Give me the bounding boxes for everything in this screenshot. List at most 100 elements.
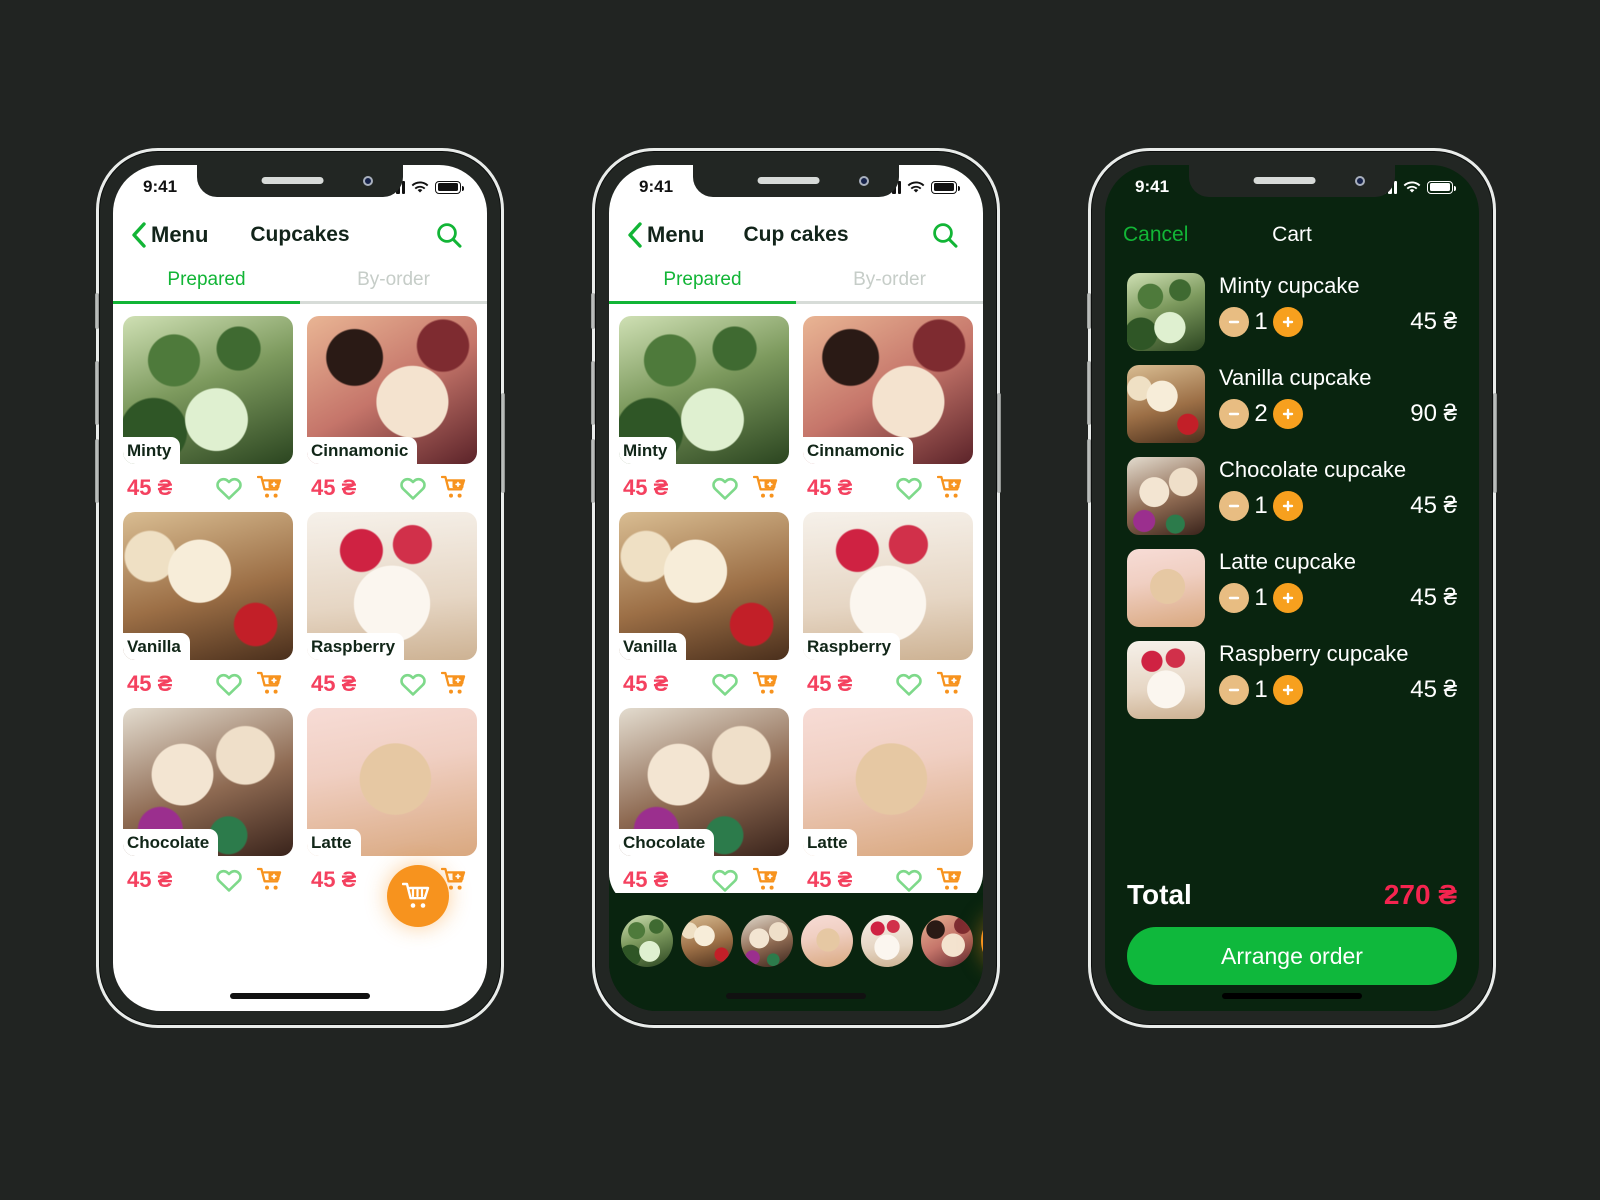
cart-preview-thumb[interactable] [621, 915, 673, 967]
tab-by-order[interactable]: By-order [796, 269, 983, 304]
cart-items-list: Minty cupcake 1 45 ₴ Vanilla cupcake 2 90 ₴ Ch… [1105, 261, 1479, 727]
product-image[interactable]: Raspberry [803, 512, 973, 660]
favorite-heart-icon[interactable] [215, 867, 243, 893]
favorite-heart-icon[interactable] [399, 671, 427, 697]
product-price: 45 ₴ [311, 867, 357, 892]
product-image[interactable]: Chocolate [619, 708, 789, 856]
volume-down-button[interactable] [1087, 439, 1091, 503]
product-image[interactable]: Cinnamonic [803, 316, 973, 464]
search-icon[interactable] [931, 221, 959, 249]
add-to-cart-icon[interactable] [257, 866, 287, 894]
product-image[interactable]: Minty [619, 316, 789, 464]
volume-up-button[interactable] [95, 361, 99, 425]
back-to-menu-button[interactable]: Menu [131, 222, 208, 248]
increase-quantity-button[interactable] [1273, 399, 1303, 429]
add-to-cart-icon[interactable] [753, 474, 783, 502]
product-image[interactable]: Chocolate [123, 708, 293, 856]
favorite-heart-icon[interactable] [895, 867, 923, 893]
product-image[interactable]: Vanilla [123, 512, 293, 660]
arrange-order-button[interactable]: Arrange order [1127, 927, 1457, 985]
product-card[interactable]: Raspberry 45 ₴ [803, 512, 973, 704]
volume-up-button[interactable] [591, 361, 595, 425]
favorite-heart-icon[interactable] [895, 475, 923, 501]
cart-preview-thumb[interactable] [681, 915, 733, 967]
power-button[interactable] [997, 393, 1001, 493]
add-to-cart-icon[interactable] [937, 866, 967, 894]
cart-preview-thumb[interactable] [921, 915, 973, 967]
silent-switch-button[interactable] [1087, 293, 1091, 329]
volume-up-button[interactable] [1087, 361, 1091, 425]
product-image[interactable]: Vanilla [619, 512, 789, 660]
product-image[interactable]: Raspberry [307, 512, 477, 660]
product-card[interactable]: Latte 45 ₴ [307, 708, 477, 900]
cart-fab-button[interactable] [387, 865, 449, 927]
product-grid: Minty 45 ₴ Cinnamonic 45 ₴ Vanilla 45 ₴ Raspbe… [113, 304, 487, 904]
product-card[interactable]: Minty 45 ₴ [123, 316, 293, 508]
open-cart-button[interactable] [981, 910, 983, 972]
volume-down-button[interactable] [95, 439, 99, 503]
silent-switch-button[interactable] [591, 293, 595, 329]
product-name: Latte [307, 829, 361, 856]
decrease-quantity-button[interactable] [1219, 399, 1249, 429]
increase-quantity-button[interactable] [1273, 491, 1303, 521]
product-card[interactable]: Vanilla 45 ₴ [619, 512, 789, 704]
power-button[interactable] [1493, 393, 1497, 493]
product-name: Vanilla [123, 633, 190, 660]
favorite-heart-icon[interactable] [215, 475, 243, 501]
product-image[interactable]: Latte [803, 708, 973, 856]
add-to-cart-icon[interactable] [441, 670, 471, 698]
add-to-cart-icon[interactable] [441, 474, 471, 502]
increase-quantity-button[interactable] [1273, 583, 1303, 613]
cart-preview-thumb[interactable] [861, 915, 913, 967]
volume-down-button[interactable] [591, 439, 595, 503]
product-card[interactable]: Vanilla 45 ₴ [123, 512, 293, 704]
power-button[interactable] [501, 393, 505, 493]
chocolate-cupcake-photo [741, 915, 793, 967]
add-to-cart-icon[interactable] [753, 866, 783, 894]
product-card[interactable]: Cinnamonic 45 ₴ [307, 316, 477, 508]
cart-preview-thumb[interactable] [741, 915, 793, 967]
cart-item-row: Chocolate cupcake 1 45 ₴ [1127, 451, 1457, 543]
product-card[interactable]: Chocolate 45 ₴ [123, 708, 293, 900]
silent-switch-button[interactable] [95, 293, 99, 329]
add-to-cart-icon[interactable] [937, 670, 967, 698]
cart-preview-thumb[interactable] [801, 915, 853, 967]
tab-prepared[interactable]: Prepared [609, 269, 796, 304]
product-card[interactable]: Raspberry 45 ₴ [307, 512, 477, 704]
add-to-cart-icon[interactable] [753, 670, 783, 698]
back-to-menu-button[interactable]: Menu [627, 222, 704, 248]
favorite-heart-icon[interactable] [215, 671, 243, 697]
quantity-value: 1 [1254, 584, 1268, 611]
product-actions [215, 866, 287, 894]
product-card[interactable]: Cinnamonic 45 ₴ [803, 316, 973, 508]
status-time: 9:41 [143, 177, 178, 196]
product-card[interactable]: Chocolate 45 ₴ [619, 708, 789, 900]
decrease-quantity-button[interactable] [1219, 307, 1249, 337]
favorite-heart-icon[interactable] [711, 867, 739, 893]
decrease-quantity-button[interactable] [1219, 491, 1249, 521]
product-image[interactable]: Minty [123, 316, 293, 464]
add-to-cart-icon[interactable] [257, 474, 287, 502]
product-image[interactable]: Latte [307, 708, 477, 856]
increase-quantity-button[interactable] [1273, 307, 1303, 337]
favorite-heart-icon[interactable] [399, 475, 427, 501]
front-camera-icon [859, 176, 869, 186]
product-card[interactable]: Latte 45 ₴ [803, 708, 973, 900]
minus-icon [1228, 596, 1240, 600]
cart-item-row: Raspberry cupcake 1 45 ₴ [1127, 635, 1457, 727]
product-card[interactable]: Minty 45 ₴ [619, 316, 789, 508]
tab-by-order[interactable]: By-order [300, 269, 487, 304]
favorite-heart-icon[interactable] [711, 671, 739, 697]
decrease-quantity-button[interactable] [1219, 583, 1249, 613]
favorite-heart-icon[interactable] [895, 671, 923, 697]
product-image[interactable]: Cinnamonic [307, 316, 477, 464]
tab-prepared[interactable]: Prepared [113, 269, 300, 304]
increase-quantity-button[interactable] [1273, 675, 1303, 705]
add-to-cart-icon[interactable] [257, 670, 287, 698]
cancel-button[interactable]: Cancel [1123, 223, 1188, 247]
add-to-cart-icon[interactable] [937, 474, 967, 502]
navigation-bar: Cancel Cart [1105, 209, 1479, 261]
decrease-quantity-button[interactable] [1219, 675, 1249, 705]
search-icon[interactable] [435, 221, 463, 249]
favorite-heart-icon[interactable] [711, 475, 739, 501]
